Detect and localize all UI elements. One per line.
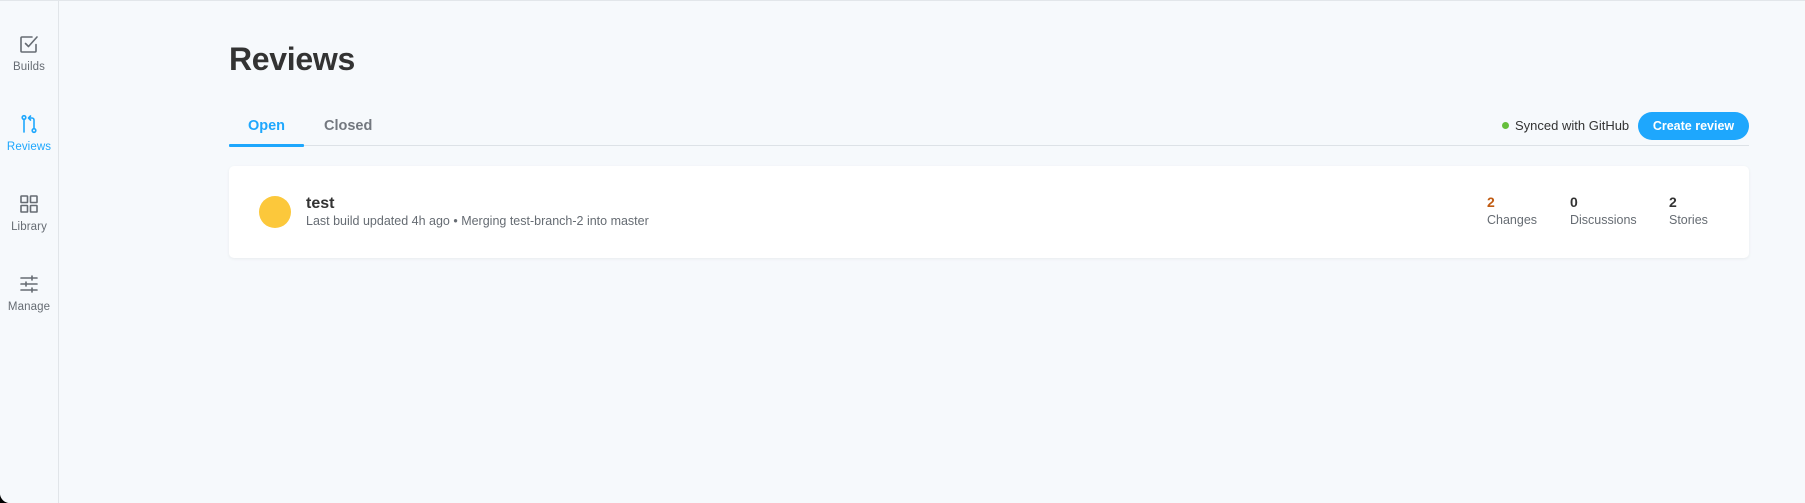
page-title: Reviews [229,41,355,77]
stat-value: 2 [1487,194,1495,210]
sidebar-item-manage[interactable]: Manage [0,273,58,333]
stat-discussions: 0 Discussions [1570,194,1637,227]
sidebar: Builds Reviews Library Manage [0,1,59,503]
stat-label: Discussions [1570,213,1637,227]
review-card[interactable]: test Last build updated 4h ago • Merging… [229,166,1749,258]
app-window: Builds Reviews Library Manage Reviews Op… [0,0,1805,503]
tab-open[interactable]: Open [229,118,304,147]
sidebar-item-label: Reviews [6,141,52,153]
sidebar-item-label: Builds [13,61,45,73]
sidebar-item-label: Manage [7,301,51,313]
github-sync-status: Synced with GitHub [1502,118,1629,133]
avatar [259,196,291,228]
sidebar-item-builds[interactable]: Builds [0,33,58,93]
grid-icon [20,195,38,213]
checkbox-icon [20,36,38,53]
stat-label: Changes [1487,213,1538,227]
sidebar-item-library[interactable]: Library [0,193,58,253]
create-review-button[interactable]: Create review [1638,112,1749,140]
tab-closed[interactable]: Closed [324,118,380,146]
stat-changes: 2 Changes [1487,194,1537,227]
review-subtitle: Last build updated 4h ago • Merging test… [306,214,649,228]
status-dot-icon [1502,122,1509,129]
stat-stories: 2 Stories [1669,194,1708,227]
sidebar-item-label: Library [11,221,47,233]
pull-request-icon [21,114,37,134]
stat-label: Stories [1669,213,1708,227]
sidebar-item-reviews[interactable]: Reviews [0,113,58,173]
sliders-icon [20,275,38,293]
review-title: test [306,195,335,212]
stat-value: 2 [1669,194,1677,210]
stat-value: 0 [1570,194,1578,210]
sync-label: Synced with GitHub [1515,118,1630,133]
